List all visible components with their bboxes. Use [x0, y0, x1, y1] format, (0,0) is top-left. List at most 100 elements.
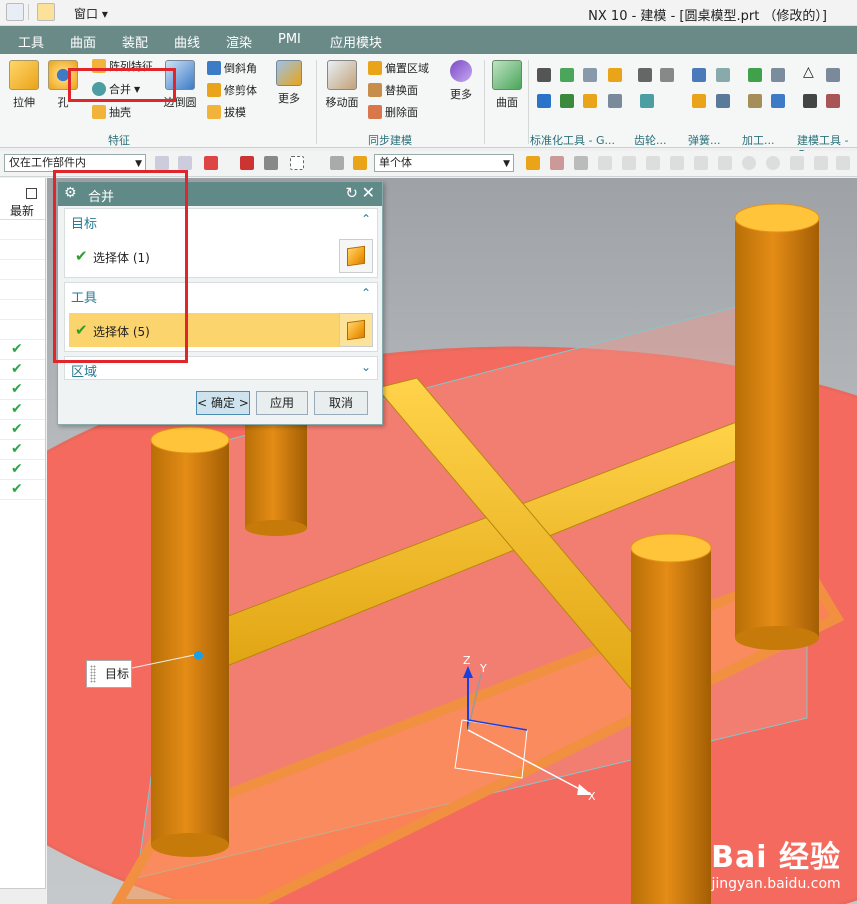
select-body-button[interactable]	[339, 239, 373, 273]
chevron-up-icon[interactable]: ⌃	[361, 212, 371, 226]
move-face-button[interactable]: 移动面	[322, 60, 362, 110]
list-icon[interactable]	[608, 94, 622, 108]
offset-region-button[interactable]: 偏置区域	[368, 60, 429, 76]
navigator-row[interactable]	[0, 320, 45, 340]
table-leg[interactable]	[151, 440, 229, 845]
tab-curve[interactable]: 曲线	[174, 32, 200, 51]
more-features-button[interactable]: 更多	[272, 60, 306, 106]
delete-face-button[interactable]: 删除面	[368, 104, 418, 120]
machining-icon[interactable]	[771, 68, 785, 82]
tangent-icon[interactable]	[814, 156, 828, 170]
part-icon[interactable]	[583, 94, 597, 108]
machining2-icon[interactable]	[748, 94, 762, 108]
snap-icon[interactable]	[240, 156, 254, 170]
box-select-icon[interactable]	[290, 156, 304, 170]
plus-icon[interactable]	[790, 156, 804, 170]
shell-button[interactable]: 抽壳	[92, 104, 131, 120]
draft-button[interactable]: 拔模	[207, 104, 246, 120]
triangle-icon[interactable]: △	[803, 64, 814, 80]
navigator-row[interactable]	[0, 260, 45, 280]
spring-icon[interactable]	[692, 68, 706, 82]
spring3-icon[interactable]	[692, 94, 706, 108]
tag-icon[interactable]	[608, 68, 622, 82]
tab-assembly[interactable]: 装配	[122, 32, 148, 51]
gear3-icon[interactable]	[640, 94, 654, 108]
point-icon[interactable]	[574, 156, 588, 170]
modeling-tool-icon[interactable]	[826, 68, 840, 82]
modeling-tool2-icon[interactable]	[803, 94, 817, 108]
navigator-row[interactable]: ✔	[0, 380, 45, 400]
intersect-icon[interactable]	[694, 156, 708, 170]
view-icon[interactable]	[836, 156, 850, 170]
navigator-row[interactable]	[0, 300, 45, 320]
more-sync-button[interactable]: 更多	[444, 60, 478, 102]
chevron-up-icon[interactable]: ⌃	[361, 286, 371, 300]
navigator-row[interactable]: ✔	[0, 420, 45, 440]
checkbox-icon[interactable]	[26, 188, 37, 199]
reset-icon[interactable]: ↻	[345, 184, 358, 202]
navigator-row[interactable]	[0, 220, 45, 240]
tab-pmi[interactable]: PMI	[278, 32, 301, 47]
filter-icon[interactable]	[204, 156, 218, 170]
midpoint-icon[interactable]	[718, 156, 732, 170]
apply-button[interactable]: 应用	[256, 391, 308, 415]
tab-render[interactable]: 渲染	[226, 32, 252, 51]
tab-application[interactable]: 应用模块	[330, 32, 382, 51]
gear-icon[interactable]	[638, 68, 652, 82]
gear2-icon[interactable]	[660, 68, 674, 82]
pencil-icon[interactable]	[6, 3, 24, 21]
show-hide-icon[interactable]	[264, 156, 278, 170]
cube-icon[interactable]	[353, 156, 367, 170]
tab-surface[interactable]: 曲面	[70, 32, 96, 51]
select-icon[interactable]	[155, 156, 169, 170]
wrench-icon[interactable]	[537, 94, 551, 108]
check-mark-icon[interactable]	[748, 68, 762, 82]
navigator-row[interactable]: ✔	[0, 360, 45, 380]
select-body-button[interactable]	[339, 313, 373, 347]
chamfer-button[interactable]: 倒斜角	[207, 60, 257, 76]
dots-icon[interactable]	[598, 156, 612, 170]
deselect-icon[interactable]	[178, 156, 192, 170]
spring2-icon[interactable]	[716, 68, 730, 82]
surface-button[interactable]: 曲面	[490, 60, 524, 110]
trim-body-button[interactable]: 修剪体	[207, 82, 257, 98]
navigator-row[interactable]: ✔	[0, 480, 45, 500]
spline-icon[interactable]	[670, 156, 684, 170]
close-icon[interactable]: ✕	[362, 183, 375, 202]
arrow-icon[interactable]	[550, 156, 564, 170]
face-icon[interactable]	[526, 156, 540, 170]
chevron-down-icon[interactable]: ⌄	[361, 360, 371, 374]
navigator-row[interactable]: ✔	[0, 340, 45, 360]
layer-icon[interactable]	[560, 68, 574, 82]
check-icon: ✔	[11, 381, 23, 397]
modeling-tool3-icon[interactable]	[826, 94, 840, 108]
navigator-scrollbar[interactable]	[0, 888, 46, 904]
navigator-row[interactable]: ✔	[0, 460, 45, 480]
machining3-icon[interactable]	[771, 94, 785, 108]
extrude-button[interactable]: 拉伸	[6, 60, 42, 110]
spring4-icon[interactable]	[716, 94, 730, 108]
tab-tools[interactable]: 工具	[18, 32, 44, 51]
table-leg[interactable]	[735, 218, 819, 638]
table-leg[interactable]	[245, 408, 307, 528]
ok-button[interactable]: < 确定 >	[196, 391, 250, 415]
selection-type-select[interactable]: 单个体 ▼	[374, 154, 514, 172]
replace-face-button[interactable]: 替换面	[368, 82, 418, 98]
body-icon[interactable]	[330, 156, 344, 170]
curve-icon[interactable]	[646, 156, 660, 170]
crosshair-icon[interactable]	[766, 156, 780, 170]
window-menu[interactable]: 窗口 ▾	[74, 5, 108, 22]
table-leg[interactable]	[631, 548, 711, 904]
cancel-button[interactable]: 取消	[314, 391, 368, 415]
line-icon[interactable]	[622, 156, 636, 170]
drag-handle-icon[interactable]	[90, 665, 96, 683]
grid-icon[interactable]	[583, 68, 597, 82]
tool-icon[interactable]	[560, 94, 574, 108]
circle-center-icon[interactable]	[742, 156, 756, 170]
navigator-row[interactable]	[0, 280, 45, 300]
navigator-row[interactable]	[0, 240, 45, 260]
navigator-row[interactable]: ✔	[0, 440, 45, 460]
navigator-row[interactable]: ✔	[0, 400, 45, 420]
window-icon[interactable]	[37, 3, 55, 21]
point-set-icon[interactable]	[537, 68, 551, 82]
